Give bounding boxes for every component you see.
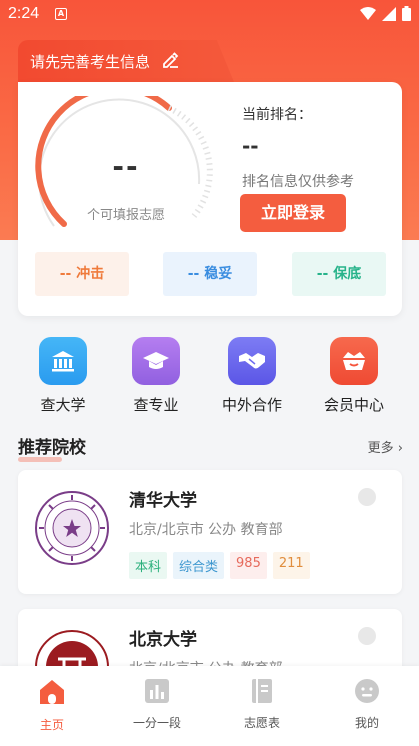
complete-profile-tab[interactable]: 请先完善考生信息 [18, 40, 234, 82]
quick-link-university[interactable]: 查大学 [18, 337, 108, 415]
rank-value: -- [242, 134, 259, 158]
notification-icon: A [55, 8, 67, 20]
quick-link-label: 中外合作 [221, 396, 282, 414]
login-button[interactable]: 立即登录 [240, 194, 346, 232]
safety-button[interactable]: -- 保底 [292, 252, 386, 296]
notebook-icon [252, 679, 272, 703]
quick-link-label: 查专业 [133, 396, 179, 414]
quick-link-major[interactable]: 查专业 [111, 337, 201, 415]
more-label: 更多 [367, 441, 394, 456]
university-name: 清华大学 [129, 491, 197, 511]
gauge-value: -- [112, 150, 140, 183]
gauge-label: 个可填报志愿 [86, 208, 165, 223]
profile-face-icon [355, 679, 379, 703]
home-icon [40, 680, 64, 704]
nav-label: 志愿表 [243, 716, 280, 730]
rank-note: 排名信息仅供参考 [242, 174, 354, 190]
nav-application-form[interactable]: 志愿表 [222, 678, 302, 731]
quick-link-label: 查大学 [40, 396, 86, 414]
tsinghua-logo [35, 491, 109, 565]
handshake-icon [228, 337, 276, 385]
wifi-icon [360, 6, 376, 20]
quick-link-cooperation[interactable]: 中外合作 [207, 337, 297, 415]
university-card[interactable]: 清华大学 北京/北京市 公办 教育部 本科 综合类 985 211 [18, 470, 402, 594]
status-time: 2:24 [8, 5, 40, 22]
university-name: 北京大学 [129, 630, 197, 650]
graduation-cap-icon [132, 337, 180, 385]
nav-label: 我的 [354, 716, 379, 730]
quick-link-membership[interactable]: 会员中心 [309, 337, 399, 415]
status-bar: 2:24 A [0, 0, 419, 30]
tag-level: 本科 [129, 552, 168, 579]
chevron-right-icon[interactable] [358, 488, 376, 506]
nav-mine[interactable]: 我的 [327, 678, 407, 731]
nav-label: 主页 [39, 718, 64, 732]
bar-chart-icon [145, 679, 169, 703]
score-card: -- 个可填报志愿 当前排名： -- 排名信息仅供参考 立即登录 -- 冲击 -… [18, 82, 402, 316]
bottom-nav: 主页 一分一段 志愿表 我的 [0, 666, 419, 746]
complete-profile-label: 请先完善考生信息 [30, 53, 151, 71]
reach-button[interactable]: -- 冲击 [35, 252, 129, 296]
edit-icon[interactable] [161, 51, 179, 69]
more-link[interactable]: 更多 › [368, 437, 403, 456]
section-title: 推荐院校 [18, 433, 86, 462]
crown-basket-icon [330, 337, 378, 385]
nav-score-rank[interactable]: 一分一段 [117, 678, 197, 731]
university-meta: 北京/北京市 公办 教育部 [129, 522, 283, 538]
tag-type: 综合类 [173, 552, 225, 579]
match-button[interactable]: -- 稳妥 [163, 252, 257, 296]
university-tags: 本科 综合类 985 211 [129, 552, 310, 579]
chevron-right-icon[interactable] [358, 627, 376, 645]
battery-icon [402, 6, 411, 21]
university-icon [39, 337, 87, 385]
tag-211: 211 [272, 552, 310, 579]
nav-home[interactable]: 主页 [12, 678, 92, 733]
quick-link-label: 会员中心 [323, 396, 384, 414]
signal-icon [382, 6, 396, 21]
rank-title: 当前排名： [242, 107, 312, 123]
nav-label: 一分一段 [132, 716, 181, 730]
tag-985: 985 [230, 552, 267, 579]
